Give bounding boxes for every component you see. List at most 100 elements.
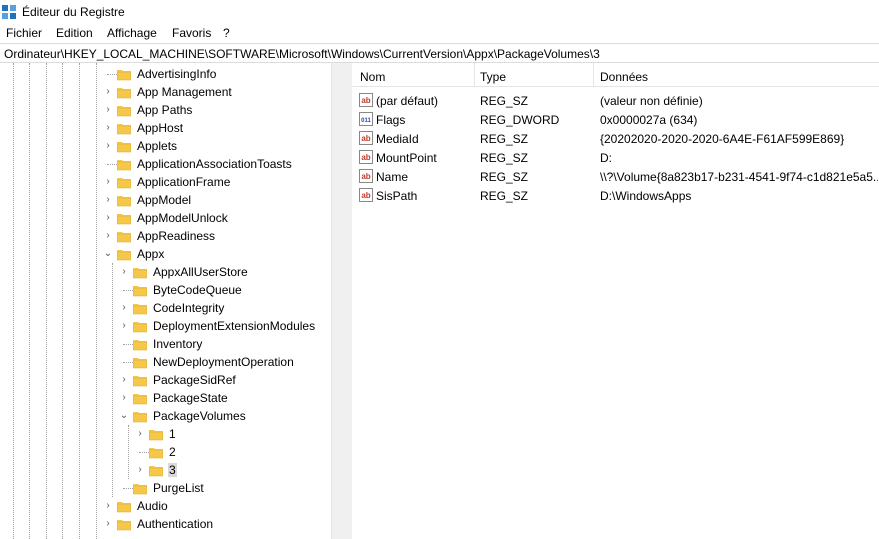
expand-chevron-icon[interactable]: › — [103, 176, 113, 188]
expand-chevron-icon[interactable]: › — [135, 428, 145, 440]
tree-item[interactable]: › ApplicationFrame — [0, 173, 331, 191]
folder-icon — [117, 232, 131, 243]
expand-chevron-icon[interactable] — [119, 338, 129, 350]
tree-item[interactable]: › AppReadiness — [0, 227, 331, 245]
value-row[interactable]: ab MountPoint REG_SZ D: — [352, 148, 879, 167]
expand-chevron-icon[interactable]: › — [103, 86, 113, 98]
tree-item[interactable]: › AppHost — [0, 119, 331, 137]
tree-item[interactable]: AdvertisingInfo — [0, 65, 331, 83]
expand-chevron-icon[interactable]: › — [119, 320, 129, 332]
value-row[interactable]: ab Name REG_SZ \\?\Volume{8a823b17-b231-454… — [352, 167, 879, 186]
column-header-data[interactable]: Données — [600, 70, 648, 84]
column-divider[interactable] — [593, 63, 594, 87]
address-bar[interactable]: Ordinateur\HKEY_LOCAL_MACHINE\SOFTWARE\M… — [0, 43, 879, 63]
value-type: REG_SZ — [480, 189, 529, 203]
tree-item[interactable]: › 3 — [0, 461, 331, 479]
string-value-icon: ab — [359, 93, 373, 107]
tree-item[interactable]: 2 — [0, 443, 331, 461]
tree-item[interactable]: PurgeList — [0, 479, 331, 497]
expand-chevron-icon[interactable] — [135, 446, 145, 458]
value-data: {20202020-2020-2020-6A4E-F61AF599E869} — [600, 132, 845, 146]
expand-chevron-icon[interactable]: › — [103, 212, 113, 224]
expand-chevron-icon[interactable]: › — [103, 500, 113, 512]
tree-item[interactable]: › Audio — [0, 497, 331, 515]
column-header-type[interactable]: Type — [480, 70, 506, 84]
tree-item[interactable]: › App Management — [0, 83, 331, 101]
expand-chevron-icon[interactable] — [103, 68, 113, 80]
expand-chevron-icon[interactable] — [119, 356, 129, 368]
folder-icon — [117, 214, 131, 225]
folder-icon — [149, 448, 163, 459]
value-row[interactable]: ab SisPath REG_SZ D:\WindowsApps — [352, 186, 879, 205]
key-tree-pane[interactable]: AdvertisingInfo › App Management › App Paths… — [0, 63, 331, 539]
value-type: REG_DWORD — [480, 113, 560, 127]
tree-item-label: ApplicationAssociationToasts — [137, 157, 292, 171]
value-type: REG_SZ — [480, 94, 529, 108]
tree-item[interactable]: ⌄ Appx — [0, 245, 331, 263]
tree-item[interactable]: Inventory — [0, 335, 331, 353]
column-header-name[interactable]: Nom — [360, 70, 385, 84]
menu-favoris[interactable]: Favoris — [172, 26, 211, 40]
value-row[interactable]: 011 Flags REG_DWORD 0x0000027a (634) — [352, 110, 879, 129]
tree-item-label: Inventory — [153, 337, 203, 351]
tree-item-label: Audio — [137, 499, 168, 513]
expand-chevron-icon[interactable]: › — [103, 194, 113, 206]
folder-icon — [117, 88, 131, 99]
tree-item[interactable]: ⌄ PackageVolumes — [0, 407, 331, 425]
folder-icon — [117, 502, 131, 513]
tree-item[interactable]: › 1 — [0, 425, 331, 443]
menu-affichage[interactable]: Affichage — [107, 26, 157, 40]
value-row[interactable]: ab (par défaut) REG_SZ (valeur non définie) — [352, 91, 879, 110]
string-value-icon: ab — [359, 131, 373, 145]
tree-item[interactable]: NewDeploymentOperation — [0, 353, 331, 371]
svg-text:ab: ab — [361, 191, 370, 200]
menu-edition[interactable]: Edition — [56, 26, 93, 40]
expand-chevron-icon[interactable]: › — [119, 374, 129, 386]
collapse-chevron-icon[interactable]: ⌄ — [103, 248, 113, 260]
expand-chevron-icon[interactable] — [103, 158, 113, 170]
tree-item[interactable]: ByteCodeQueue — [0, 281, 331, 299]
tree-item[interactable]: › App Paths — [0, 101, 331, 119]
expand-chevron-icon[interactable]: › — [103, 230, 113, 242]
address-path[interactable]: Ordinateur\HKEY_LOCAL_MACHINE\SOFTWARE\M… — [4, 47, 600, 61]
expand-chevron-icon[interactable]: › — [119, 302, 129, 314]
tree-item[interactable]: › DeploymentExtensionModules — [0, 317, 331, 335]
tree-item-label: AppModel — [137, 193, 192, 207]
value-name: MediaId — [376, 132, 419, 146]
string-value-icon: ab — [359, 188, 373, 202]
tree-item[interactable]: › AppModel — [0, 191, 331, 209]
expand-chevron-icon[interactable]: › — [103, 122, 113, 134]
expand-chevron-icon[interactable]: › — [103, 104, 113, 116]
collapse-chevron-icon[interactable]: ⌄ — [119, 410, 129, 422]
tree-scrollbar[interactable] — [331, 63, 348, 539]
tree-item[interactable]: › Applets — [0, 137, 331, 155]
value-row[interactable]: ab MediaId REG_SZ {20202020-2020-2020-6A4E-… — [352, 129, 879, 148]
tree-item[interactable]: › PackageState — [0, 389, 331, 407]
svg-text:ab: ab — [361, 172, 370, 181]
tree-item[interactable]: › PackageSidRef — [0, 371, 331, 389]
column-divider[interactable] — [474, 63, 475, 87]
tree-item[interactable]: › CodeIntegrity — [0, 299, 331, 317]
menu-help[interactable]: ? — [223, 26, 230, 40]
expand-chevron-icon[interactable] — [119, 482, 129, 494]
expand-chevron-icon[interactable] — [119, 284, 129, 296]
tree-item[interactable]: › AppxAllUserStore — [0, 263, 331, 281]
value-data: D: — [600, 151, 612, 165]
string-value-icon: ab — [359, 150, 373, 164]
expand-chevron-icon[interactable]: › — [119, 266, 129, 278]
expand-chevron-icon[interactable]: › — [119, 392, 129, 404]
tree-item-label: ApplicationFrame — [137, 175, 231, 189]
values-list-pane[interactable]: Nom Type Données ab (par défaut) REG_SZ (va… — [352, 63, 879, 539]
tree-item[interactable]: › Authentication — [0, 515, 331, 533]
tree-item-label: App Paths — [137, 103, 193, 117]
tree-item-label: Authentication — [137, 517, 214, 531]
folder-icon — [117, 178, 131, 189]
menu-fichier[interactable]: Fichier — [6, 26, 42, 40]
expand-chevron-icon[interactable]: › — [103, 140, 113, 152]
expand-chevron-icon[interactable]: › — [103, 518, 113, 530]
tree-item[interactable]: ApplicationAssociationToasts — [0, 155, 331, 173]
tree-item[interactable]: › AppModelUnlock — [0, 209, 331, 227]
tree-item-label: Applets — [137, 139, 178, 153]
tree-item-label: AppModelUnlock — [137, 211, 228, 225]
expand-chevron-icon[interactable]: › — [135, 464, 145, 476]
